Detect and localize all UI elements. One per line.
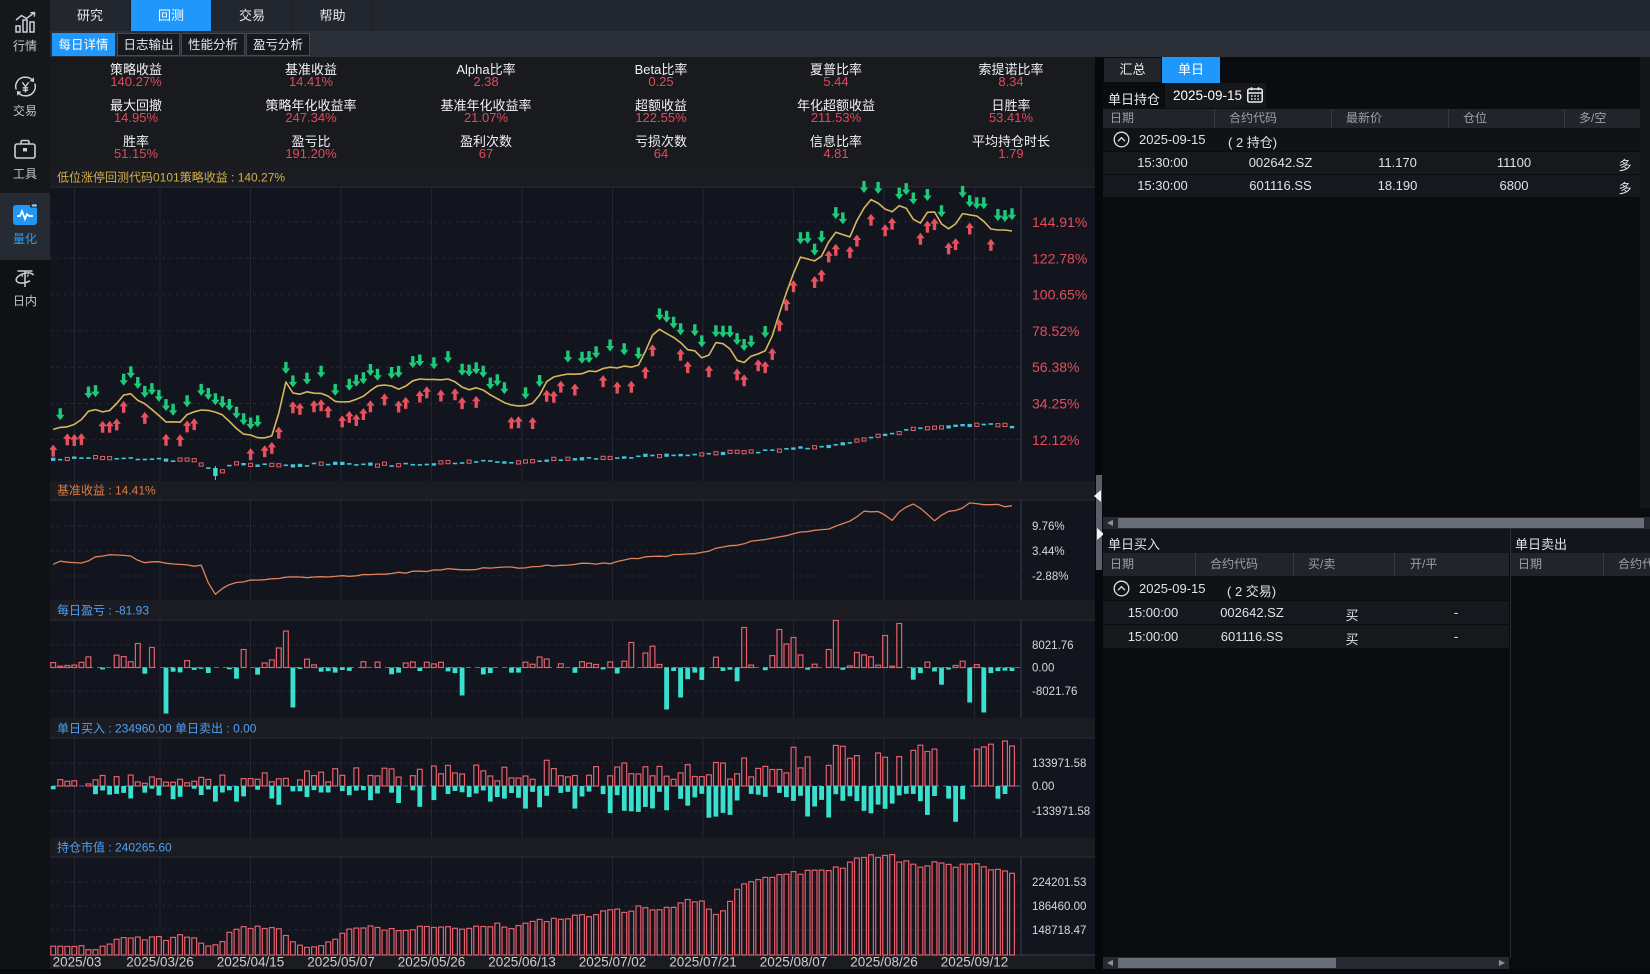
svg-text:2025/07/02: 2025/07/02 [579, 955, 647, 970]
svg-text:低位涨停回测代码0101策略收益 : 140.27%: 低位涨停回测代码0101策略收益 : 140.27% [57, 170, 285, 185]
svg-text:9.76%: 9.76% [1032, 521, 1065, 533]
svg-text:8021.76: 8021.76 [1032, 640, 1074, 652]
svg-text:单日买入 : 234960.00 单日卖出 : 0.00: 单日买入 : 234960.00 单日卖出 : 0.00 [57, 722, 257, 736]
svg-text:2025/05/26: 2025/05/26 [398, 955, 466, 970]
svg-text:-8021.76: -8021.76 [1032, 686, 1077, 698]
svg-text:2025/08/26: 2025/08/26 [850, 955, 918, 970]
svg-text:2025/09/12: 2025/09/12 [941, 955, 1009, 970]
svg-text:0.00: 0.00 [1032, 663, 1054, 675]
svg-text:2025/03: 2025/03 [53, 955, 102, 970]
svg-text:133971.58: 133971.58 [1032, 758, 1086, 770]
svg-text:2025/08/07: 2025/08/07 [760, 955, 828, 970]
svg-text:122.78%: 122.78% [1032, 250, 1087, 266]
svg-text:100.65%: 100.65% [1032, 287, 1087, 303]
svg-text:-2.88%: -2.88% [1032, 571, 1068, 583]
svg-text:12.12%: 12.12% [1032, 432, 1079, 448]
svg-text:224201.53: 224201.53 [1032, 877, 1086, 889]
svg-text:144.91%: 144.91% [1032, 214, 1087, 230]
svg-text:78.52%: 78.52% [1032, 323, 1079, 339]
svg-text:0.00: 0.00 [1032, 781, 1054, 793]
svg-text:3.44%: 3.44% [1032, 546, 1065, 558]
svg-text:2025/05/07: 2025/05/07 [307, 955, 375, 970]
svg-text:148718.47: 148718.47 [1032, 925, 1086, 937]
svg-text:每日盈亏 : -81.93: 每日盈亏 : -81.93 [57, 603, 149, 618]
svg-text:2025/04/15: 2025/04/15 [217, 955, 285, 970]
svg-text:2025/06/13: 2025/06/13 [488, 955, 556, 970]
svg-text:2025/07/21: 2025/07/21 [669, 955, 737, 970]
svg-text:持仓市值 : 240265.60: 持仓市值 : 240265.60 [57, 840, 172, 855]
svg-text:-133971.58: -133971.58 [1032, 806, 1090, 818]
svg-text:34.25%: 34.25% [1032, 396, 1079, 412]
svg-text:56.38%: 56.38% [1032, 359, 1079, 375]
svg-text:基准收益 : 14.41%: 基准收益 : 14.41% [57, 484, 156, 498]
svg-text:2025/03/26: 2025/03/26 [126, 955, 194, 970]
svg-text:186460.00: 186460.00 [1032, 901, 1086, 913]
